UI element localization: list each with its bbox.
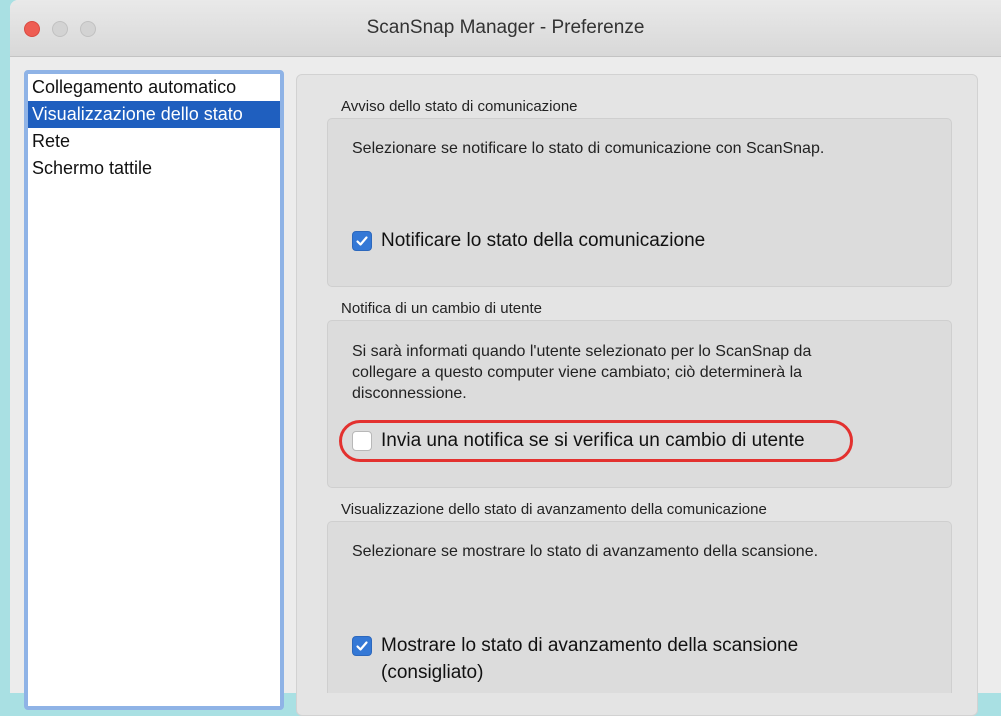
checkmark-icon: [356, 236, 368, 246]
title-bar[interactable]: ScanSnap Manager - Preferenze: [10, 0, 1001, 57]
checkbox-label[interactable]: Mostrare lo stato di avanzamento della s…: [381, 632, 798, 686]
sidebar-item-collegamento-automatico[interactable]: Collegamento automatico: [28, 74, 280, 101]
checkbox-label-line: (consigliato): [381, 662, 484, 683]
description-line: Si sarà informati quando l'utente selezi…: [352, 343, 812, 360]
checkmark-icon: [356, 641, 368, 651]
section-label-progress-status: Visualizzazione dello stato di avanzamen…: [341, 501, 767, 518]
section-label-user-change: Notifica di un cambio di utente: [341, 300, 542, 317]
section-description: Si sarà informati quando l'utente selezi…: [352, 341, 811, 404]
notify-user-change-checkbox[interactable]: [352, 431, 372, 451]
sidebar-item-rete[interactable]: Rete: [28, 128, 280, 155]
section-label-communication-status: Avviso dello stato di comunicazione: [341, 98, 578, 115]
section-description: Selezionare se mostrare lo stato di avan…: [352, 543, 819, 560]
notify-communication-status-option[interactable]: Notificare lo stato della comunicazione: [352, 227, 705, 254]
checkbox-label-line: Mostrare lo stato di avanzamento della s…: [381, 635, 799, 656]
description-line: disconnessione.: [352, 385, 467, 402]
window-title: ScanSnap Manager - Preferenze: [366, 17, 645, 38]
checkbox-label[interactable]: Invia una notifica se si verifica un cam…: [381, 427, 805, 454]
description-line: collegare a questo computer viene cambia…: [352, 364, 803, 381]
notify-user-change-option[interactable]: Invia una notifica se si verifica un cam…: [352, 427, 805, 454]
show-scan-progress-option[interactable]: Mostrare lo stato di avanzamento della s…: [352, 632, 798, 686]
sidebar-item-schermo-tattile[interactable]: Schermo tattile: [28, 155, 280, 182]
sidebar-item-visualizzazione-stato[interactable]: Visualizzazione dello stato: [28, 101, 280, 128]
show-scan-progress-checkbox[interactable]: [352, 636, 372, 656]
notify-communication-status-checkbox[interactable]: [352, 231, 372, 251]
checkbox-label[interactable]: Notificare lo stato della comunicazione: [381, 227, 705, 254]
section-description: Selezionare se notificare lo stato di co…: [352, 140, 825, 157]
preferences-sidebar: Collegamento automatico Visualizzazione …: [24, 70, 284, 710]
